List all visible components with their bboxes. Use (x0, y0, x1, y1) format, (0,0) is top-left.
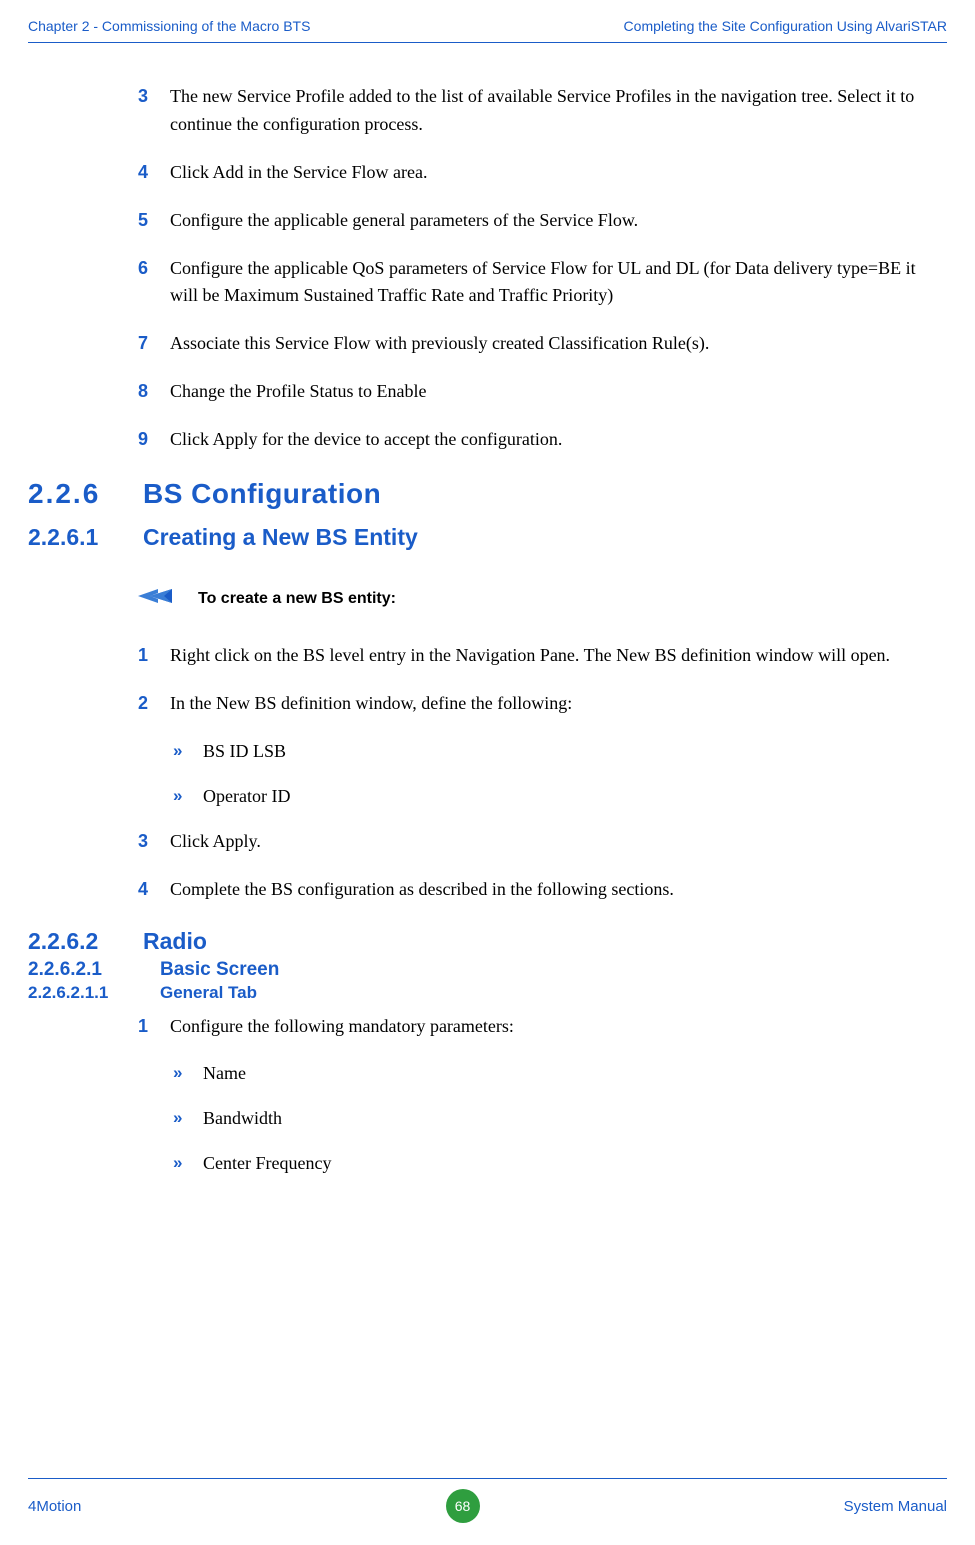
sub-bullet: » Operator ID (173, 783, 947, 810)
heading-title: Basic Screen (160, 959, 279, 981)
step-text: The new Service Profile added to the lis… (170, 83, 947, 139)
procedure-callout: To create a new BS entity: (138, 587, 947, 610)
page-number-badge: 68 (446, 1489, 480, 1523)
step-number: 1 (138, 1013, 170, 1041)
sub-bullet-text: Operator ID (203, 783, 290, 810)
step-list-c: 1 Configure the following mandatory para… (138, 1013, 947, 1178)
step-number: 9 (138, 426, 170, 454)
step-text: Change the Profile Status to Enable (170, 378, 947, 406)
step-text: Click Apply for the device to accept the… (170, 426, 947, 454)
heading-title: Creating a New BS Entity (143, 524, 418, 551)
step-item: 7 Associate this Service Flow with previ… (138, 330, 947, 358)
step-list-a: 3 The new Service Profile added to the l… (138, 83, 947, 454)
header-chapter: Chapter 2 - Commissioning of the Macro B… (28, 18, 310, 34)
sub-bullet-text: Name (203, 1060, 246, 1087)
arrow-icon (138, 587, 172, 610)
bullet-icon: » (173, 738, 203, 765)
step-text: Configure the applicable QoS parameters … (170, 255, 947, 311)
heading-number: 2.2.6 (28, 478, 143, 510)
heading-title: General Tab (160, 983, 257, 1003)
heading-2-2-6-2-1: 2.2.6.2.1 Basic Screen (28, 959, 947, 981)
step-text: Configure the applicable general paramet… (170, 207, 947, 235)
sub-bullet-text: Bandwidth (203, 1105, 282, 1132)
step-item: 4 Click Add in the Service Flow area. (138, 159, 947, 187)
step-number: 3 (138, 83, 170, 139)
step-item: 1 Configure the following mandatory para… (138, 1013, 947, 1041)
step-item: 1 Right click on the BS level entry in t… (138, 642, 947, 670)
step-item: 2 In the New BS definition window, defin… (138, 690, 947, 718)
step-text: In the New BS definition window, define … (170, 690, 947, 718)
step-text: Click Apply. (170, 828, 947, 856)
sub-bullet-text: Center Frequency (203, 1150, 331, 1177)
page-number: 68 (455, 1498, 471, 1514)
step-list-b: 1 Right click on the BS level entry in t… (138, 642, 947, 904)
bullet-icon: » (173, 1105, 203, 1132)
step-number: 8 (138, 378, 170, 406)
bullet-icon: » (173, 783, 203, 810)
step-item: 9 Click Apply for the device to accept t… (138, 426, 947, 454)
page-footer: 4Motion 68 System Manual (28, 1478, 947, 1523)
header-section: Completing the Site Configuration Using … (624, 18, 947, 34)
bullet-icon: » (173, 1150, 203, 1177)
step-item: 3 Click Apply. (138, 828, 947, 856)
step-text: Click Add in the Service Flow area. (170, 159, 947, 187)
step-number: 1 (138, 642, 170, 670)
step-number: 7 (138, 330, 170, 358)
heading-number: 2.2.6.2.1 (28, 959, 160, 981)
sub-bullet: » Center Frequency (173, 1150, 947, 1177)
step-item: 3 The new Service Profile added to the l… (138, 83, 947, 139)
heading-title: Radio (143, 928, 207, 955)
step-item: 8 Change the Profile Status to Enable (138, 378, 947, 406)
step-number: 2 (138, 690, 170, 718)
step-text: Right click on the BS level entry in the… (170, 642, 947, 670)
footer-left: 4Motion (28, 1498, 81, 1515)
heading-number: 2.2.6.2 (28, 928, 143, 955)
step-number: 4 (138, 876, 170, 904)
step-text: Complete the BS configuration as describ… (170, 876, 947, 904)
step-item: 4 Complete the BS configuration as descr… (138, 876, 947, 904)
step-text: Configure the following mandatory parame… (170, 1013, 947, 1041)
step-number: 3 (138, 828, 170, 856)
heading-number: 2.2.6.2.1.1 (28, 983, 160, 1003)
step-item: 5 Configure the applicable general param… (138, 207, 947, 235)
step-item: 6 Configure the applicable QoS parameter… (138, 255, 947, 311)
sub-bullet: » Name (173, 1060, 947, 1087)
heading-2-2-6: 2.2.6 BS Configuration (28, 478, 947, 510)
heading-2-2-6-2: 2.2.6.2 Radio (28, 928, 947, 955)
page-header: Chapter 2 - Commissioning of the Macro B… (28, 0, 947, 43)
sub-bullet-text: BS ID LSB (203, 738, 286, 765)
heading-number: 2.2.6.1 (28, 524, 143, 551)
heading-title: BS Configuration (143, 478, 381, 510)
heading-2-2-6-1: 2.2.6.1 Creating a New BS Entity (28, 524, 947, 551)
heading-2-2-6-2-1-1: 2.2.6.2.1.1 General Tab (28, 983, 947, 1003)
step-number: 6 (138, 255, 170, 311)
callout-text: To create a new BS entity: (198, 590, 396, 608)
bullet-icon: » (173, 1060, 203, 1087)
page-content: 3 The new Service Profile added to the l… (0, 43, 975, 1177)
step-text: Associate this Service Flow with previou… (170, 330, 947, 358)
sub-bullet: » Bandwidth (173, 1105, 947, 1132)
footer-right: System Manual (844, 1498, 947, 1515)
step-number: 4 (138, 159, 170, 187)
sub-bullet: » BS ID LSB (173, 738, 947, 765)
step-number: 5 (138, 207, 170, 235)
